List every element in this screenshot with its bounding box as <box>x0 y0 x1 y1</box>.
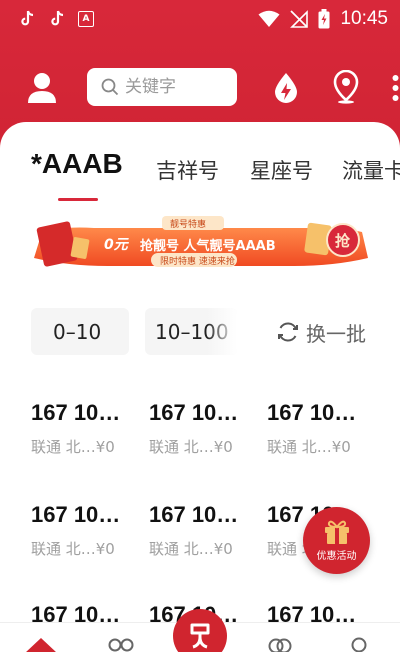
phone-number: 167 10… <box>149 400 239 425</box>
number-card[interactable]: 167 10… 联通 北…¥0 <box>149 400 259 457</box>
number-info: 联通 北…¥0 <box>31 540 115 558</box>
tiktok-icon <box>18 10 36 28</box>
location-pin-icon[interactable] <box>333 69 359 104</box>
number-info: 联通 北…¥0 <box>149 438 233 456</box>
battery-icon <box>318 9 330 29</box>
search-box[interactable] <box>87 68 237 106</box>
number-card[interactable]: 167 10… 联通 北…¥0 <box>267 400 377 457</box>
banner-subline: 限时特惠 速速来抢 <box>160 257 235 267</box>
phone-number: 167 10… <box>31 400 121 425</box>
status-time: 10:45 <box>340 8 388 29</box>
promo-activity-button[interactable]: 优惠活动 <box>303 507 370 574</box>
number-info: 联通 北…¥0 <box>149 540 233 558</box>
top-toolbar <box>0 64 400 112</box>
chip-fade <box>207 308 237 355</box>
center-logo-icon <box>190 623 210 649</box>
app-notification-icon: A <box>78 11 94 27</box>
tab-aaab[interactable]: *AAAB <box>31 148 123 180</box>
status-bar: A 10:45 <box>0 0 400 40</box>
wifi-icon <box>258 10 280 27</box>
more-options-icon[interactable] <box>391 74 400 102</box>
banner-grab-badge: 抢 <box>335 232 351 250</box>
refresh-button[interactable]: 换一批 <box>276 318 366 346</box>
banner-tag: 靓号特惠 <box>170 220 207 230</box>
nav-discover-icon[interactable] <box>267 637 293 652</box>
number-card[interactable]: 167 10… 联通 北…¥0 <box>31 502 141 559</box>
search-input[interactable] <box>125 77 225 97</box>
search-icon <box>101 78 119 96</box>
user-icon[interactable] <box>27 72 57 104</box>
tab-data-card[interactable]: 流量卡 <box>342 155 400 185</box>
nav-profile-icon[interactable] <box>349 637 369 652</box>
number-card[interactable]: 167 10… 联通 北…¥0 <box>149 502 259 559</box>
banner-headline: 抢靓号 人气靓号AAAB <box>140 239 276 254</box>
phone-number: 167 10… <box>149 502 239 527</box>
banner-headline-prefix: 0元 <box>104 237 128 253</box>
tiktok-icon <box>48 10 66 28</box>
flash-drop-icon[interactable] <box>272 72 300 104</box>
filter-chip-10-100[interactable]: 10–100 <box>145 308 237 355</box>
filter-chip-0-10[interactable]: 0–10 <box>31 308 129 355</box>
promo-banner[interactable]: 靓号特惠 0元 抢靓号 人气靓号AAAB 限时特惠 速速来抢 抢 <box>34 216 368 274</box>
number-info: 联通 北…¥0 <box>267 438 351 456</box>
active-tab-indicator <box>58 198 98 201</box>
no-signal-icon <box>290 10 309 28</box>
phone-number: 167 10… <box>31 502 121 527</box>
bottom-navigation <box>0 609 400 652</box>
refresh-label: 换一批 <box>306 321 366 346</box>
number-info: 联通 北…¥0 <box>31 438 115 456</box>
gift-icon <box>324 520 349 544</box>
phone-number: 167 10… <box>267 400 357 425</box>
nav-home-icon[interactable] <box>25 635 57 652</box>
tab-lucky-number[interactable]: 吉祥号 <box>156 155 219 185</box>
nav-category-icon[interactable] <box>108 637 134 652</box>
refresh-icon <box>278 322 298 342</box>
number-card[interactable]: 167 10… 联通 北…¥0 <box>31 400 141 457</box>
promo-label: 优惠活动 <box>316 551 357 562</box>
tab-constellation-number[interactable]: 星座号 <box>250 155 313 185</box>
